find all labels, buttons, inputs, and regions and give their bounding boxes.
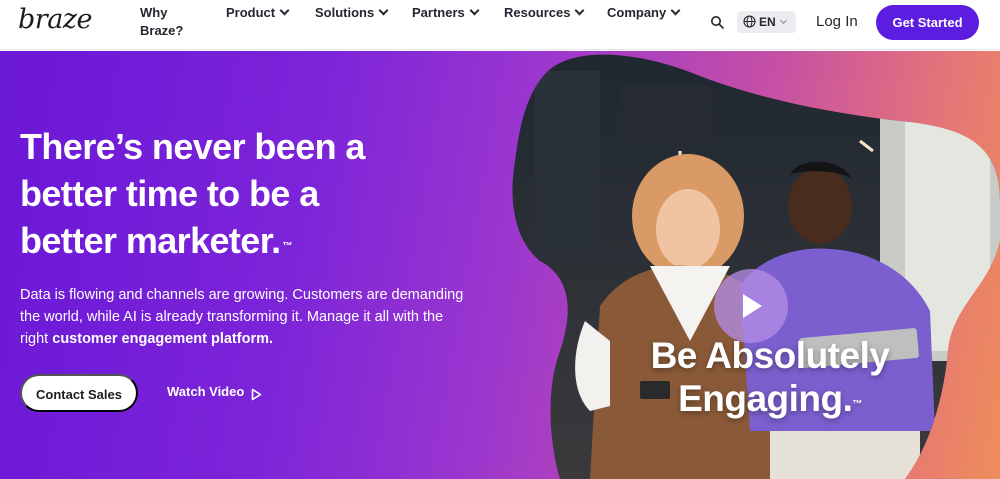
- chevron-down-icon: [279, 5, 290, 16]
- overlay-line-2: Engaging.: [678, 378, 853, 419]
- overlay-trademark: ™: [852, 399, 862, 410]
- nav-partners-label: Partners: [412, 5, 465, 20]
- nav-resources[interactable]: Resources: [504, 4, 585, 22]
- play-icon: [743, 294, 762, 318]
- play-outline-icon[interactable]: [251, 388, 262, 401]
- language-selector[interactable]: EN: [737, 11, 796, 33]
- globe-icon: [743, 15, 756, 28]
- nav-company[interactable]: Company: [607, 4, 681, 22]
- overlay-line-1: Be Absolutely: [650, 335, 890, 376]
- chevron-down-icon: [670, 5, 681, 16]
- nav-product-label: Product: [226, 5, 276, 20]
- hero-section: There’s never been a better time to be a…: [0, 51, 1000, 479]
- headline-line-1: There’s never been a: [20, 126, 365, 167]
- nav-why-line1: Why: [140, 5, 168, 20]
- hero-description: Data is flowing and channels are growing…: [20, 284, 470, 350]
- nav-product[interactable]: Product: [226, 4, 290, 22]
- nav-why-braze[interactable]: Why Braze?: [140, 4, 183, 40]
- hero-headline: There’s never been a better time to be a…: [20, 123, 420, 264]
- hero-description-emphasis: customer engagement platform.: [52, 331, 274, 347]
- chevron-down-icon: [779, 16, 788, 25]
- headline-line-3: better marketer.: [20, 220, 281, 261]
- nav-company-label: Company: [607, 5, 667, 20]
- language-code: EN: [759, 15, 776, 29]
- nav-why-line2: Braze?: [140, 23, 184, 38]
- login-link[interactable]: Log In: [816, 13, 858, 30]
- nav-solutions[interactable]: Solutions: [315, 4, 389, 22]
- braze-logo[interactable]: braze: [18, 4, 93, 35]
- nav-solutions-label: Solutions: [315, 5, 375, 20]
- video-overlay-title: Be Absolutely Engaging.™: [630, 334, 910, 420]
- headline-line-2: better time to be a: [20, 173, 319, 214]
- chevron-down-icon: [575, 5, 585, 16]
- search-icon[interactable]: [710, 15, 724, 29]
- get-started-button[interactable]: Get Started: [876, 5, 979, 40]
- trademark-symbol: ™: [282, 241, 293, 252]
- nav-resources-label: Resources: [504, 5, 571, 20]
- watch-video-link[interactable]: Watch Video: [167, 384, 244, 399]
- top-navbar: braze Why Braze? Product Solutions Partn…: [0, 0, 1000, 50]
- chevron-down-icon: [378, 5, 389, 16]
- nav-partners[interactable]: Partners: [412, 4, 480, 22]
- chevron-down-icon: [469, 5, 480, 16]
- contact-sales-button[interactable]: Contact Sales: [20, 374, 138, 412]
- video-play-button[interactable]: [714, 269, 788, 343]
